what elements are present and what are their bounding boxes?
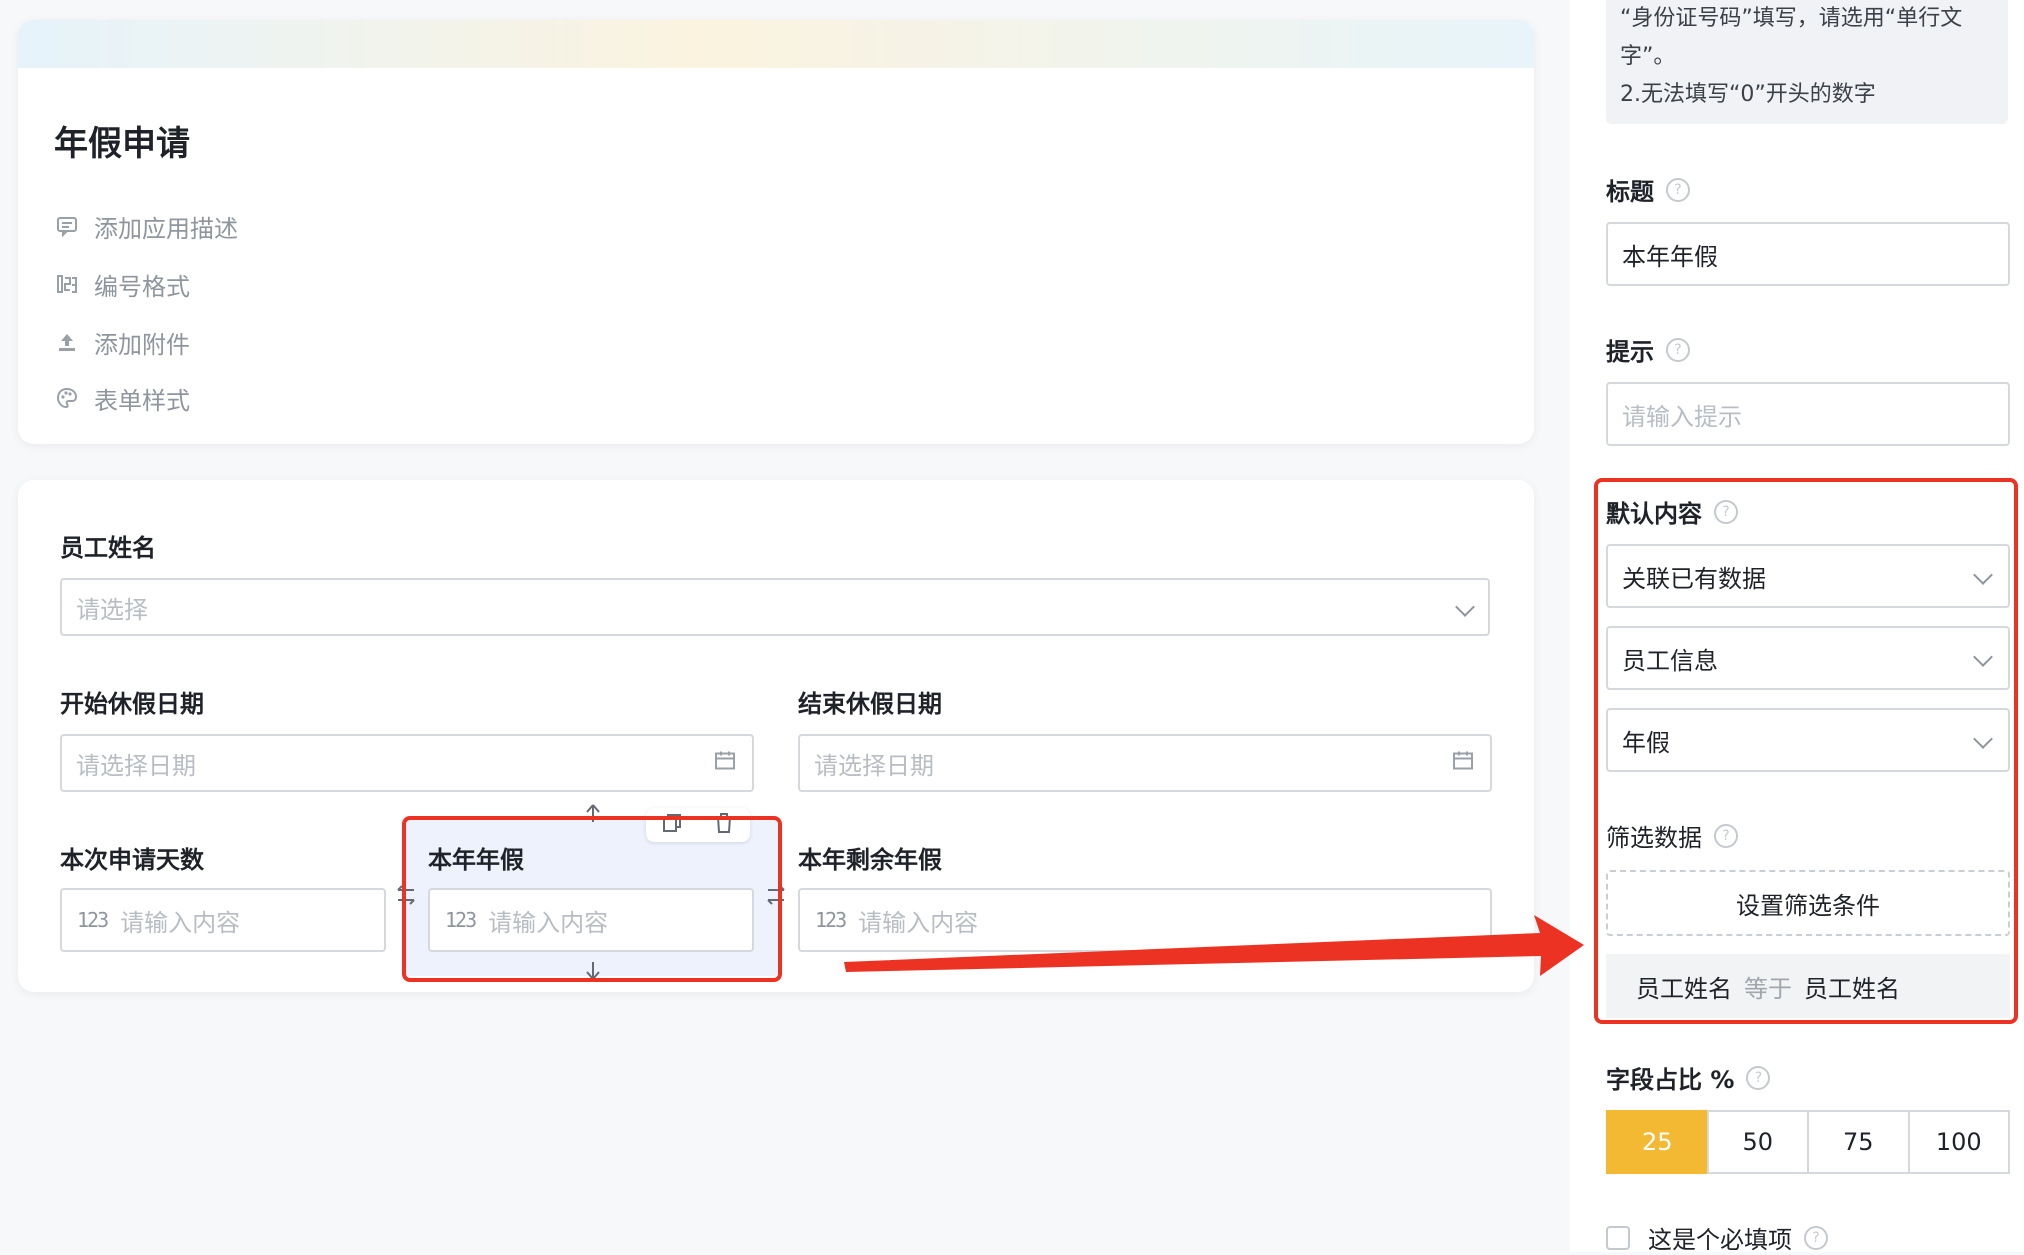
ratio-option-50[interactable]: 50	[1706, 1110, 1809, 1174]
hint-input[interactable]: 请输入提示	[1606, 382, 2010, 446]
help-icon[interactable]: ?	[1666, 337, 1690, 362]
required-checkbox[interactable]	[1606, 1225, 1630, 1250]
width-ratio-label: 字段占比 % ?	[1606, 1060, 1771, 1095]
ratio-option-25[interactable]: 25	[1606, 1110, 1709, 1174]
help-notice: “身份证号码”填写，请选用“单行文 字”。 2.无法填写“0”开头的数字	[1606, 0, 2008, 124]
number-format-label: 编号格式	[94, 272, 190, 301]
form-style-label: 表单样式	[94, 386, 190, 415]
remaining-leave-label: 本年剩余年假	[798, 846, 942, 874]
start-date-picker[interactable]: 请选择日期	[60, 734, 754, 792]
number-format-link[interactable]: 编号格式	[54, 264, 190, 304]
number-icon: 123	[77, 908, 109, 932]
upload-icon	[54, 329, 80, 355]
add-description-label: 添加应用描述	[94, 214, 238, 243]
calendar-icon	[1452, 750, 1474, 777]
end-date-picker[interactable]: 请选择日期	[798, 734, 1492, 792]
remaining-leave-input[interactable]: 123 请输入内容	[798, 888, 1492, 952]
title-setting-text: 标题	[1606, 178, 1654, 206]
number-format-icon	[54, 271, 80, 297]
ratio-option-75[interactable]: 75	[1807, 1110, 1910, 1174]
employee-name-placeholder: 请选择	[76, 595, 148, 624]
days-requested-placeholder: 请输入内容	[120, 908, 241, 937]
width-ratio-text: 字段占比 %	[1606, 1066, 1735, 1094]
hint-setting-label: 提示 ?	[1606, 332, 1690, 367]
number-icon: 123	[815, 908, 847, 932]
start-date-placeholder: 请选择日期	[76, 751, 196, 780]
selected-field-highlight	[402, 816, 782, 982]
add-attachment-link[interactable]: 添加附件	[54, 322, 190, 362]
days-requested-input[interactable]: 123 请输入内容	[60, 888, 386, 952]
hint-setting-text: 提示	[1606, 338, 1654, 366]
palette-icon	[54, 385, 80, 411]
hint-input-placeholder: 请输入提示	[1622, 402, 1742, 431]
help-icon[interactable]: ?	[1666, 177, 1690, 202]
help-line: 2.无法填写“0”开头的数字	[1620, 82, 1876, 107]
form-style-link[interactable]: 表单样式	[54, 378, 190, 418]
remaining-leave-placeholder: 请输入内容	[858, 908, 979, 937]
ratio-option-100[interactable]: 100	[1907, 1110, 2010, 1174]
employee-name-select[interactable]: 请选择	[60, 578, 1490, 636]
chevron-down-icon	[1455, 595, 1475, 619]
app-title[interactable]: 年假申请	[54, 116, 190, 165]
help-line: “身份证号码”填写，请选用“单行文	[1620, 6, 1963, 31]
start-date-label: 开始休假日期	[60, 690, 204, 718]
required-toggle[interactable]: 这是个必填项 ?	[1606, 1220, 1828, 1255]
days-requested-label: 本次申请天数	[60, 846, 204, 874]
default-content-highlight	[1594, 478, 2018, 1024]
app-header-card: 年假申请 添加应用描述 编号格式 添加附件 表单样式	[18, 20, 1534, 444]
help-icon[interactable]: ?	[1746, 1065, 1771, 1090]
add-description-link[interactable]: 添加应用描述	[54, 206, 238, 246]
title-setting-label: 标题 ?	[1606, 172, 1690, 207]
required-label: 这是个必填项	[1648, 1226, 1792, 1254]
title-input-value: 本年年假	[1622, 242, 1718, 271]
help-icon[interactable]: ?	[1804, 1225, 1828, 1250]
end-date-label: 结束休假日期	[798, 690, 942, 718]
end-date-placeholder: 请选择日期	[814, 751, 934, 780]
employee-name-label: 员工姓名	[60, 534, 156, 562]
help-line: 字”。	[1620, 44, 1676, 69]
comment-icon	[54, 213, 80, 239]
add-attachment-label: 添加附件	[94, 330, 190, 359]
width-ratio-group: 25 50 75 100	[1606, 1110, 2010, 1174]
calendar-icon	[714, 750, 736, 777]
header-banner	[18, 20, 1534, 68]
title-input[interactable]: 本年年假	[1606, 222, 2010, 286]
